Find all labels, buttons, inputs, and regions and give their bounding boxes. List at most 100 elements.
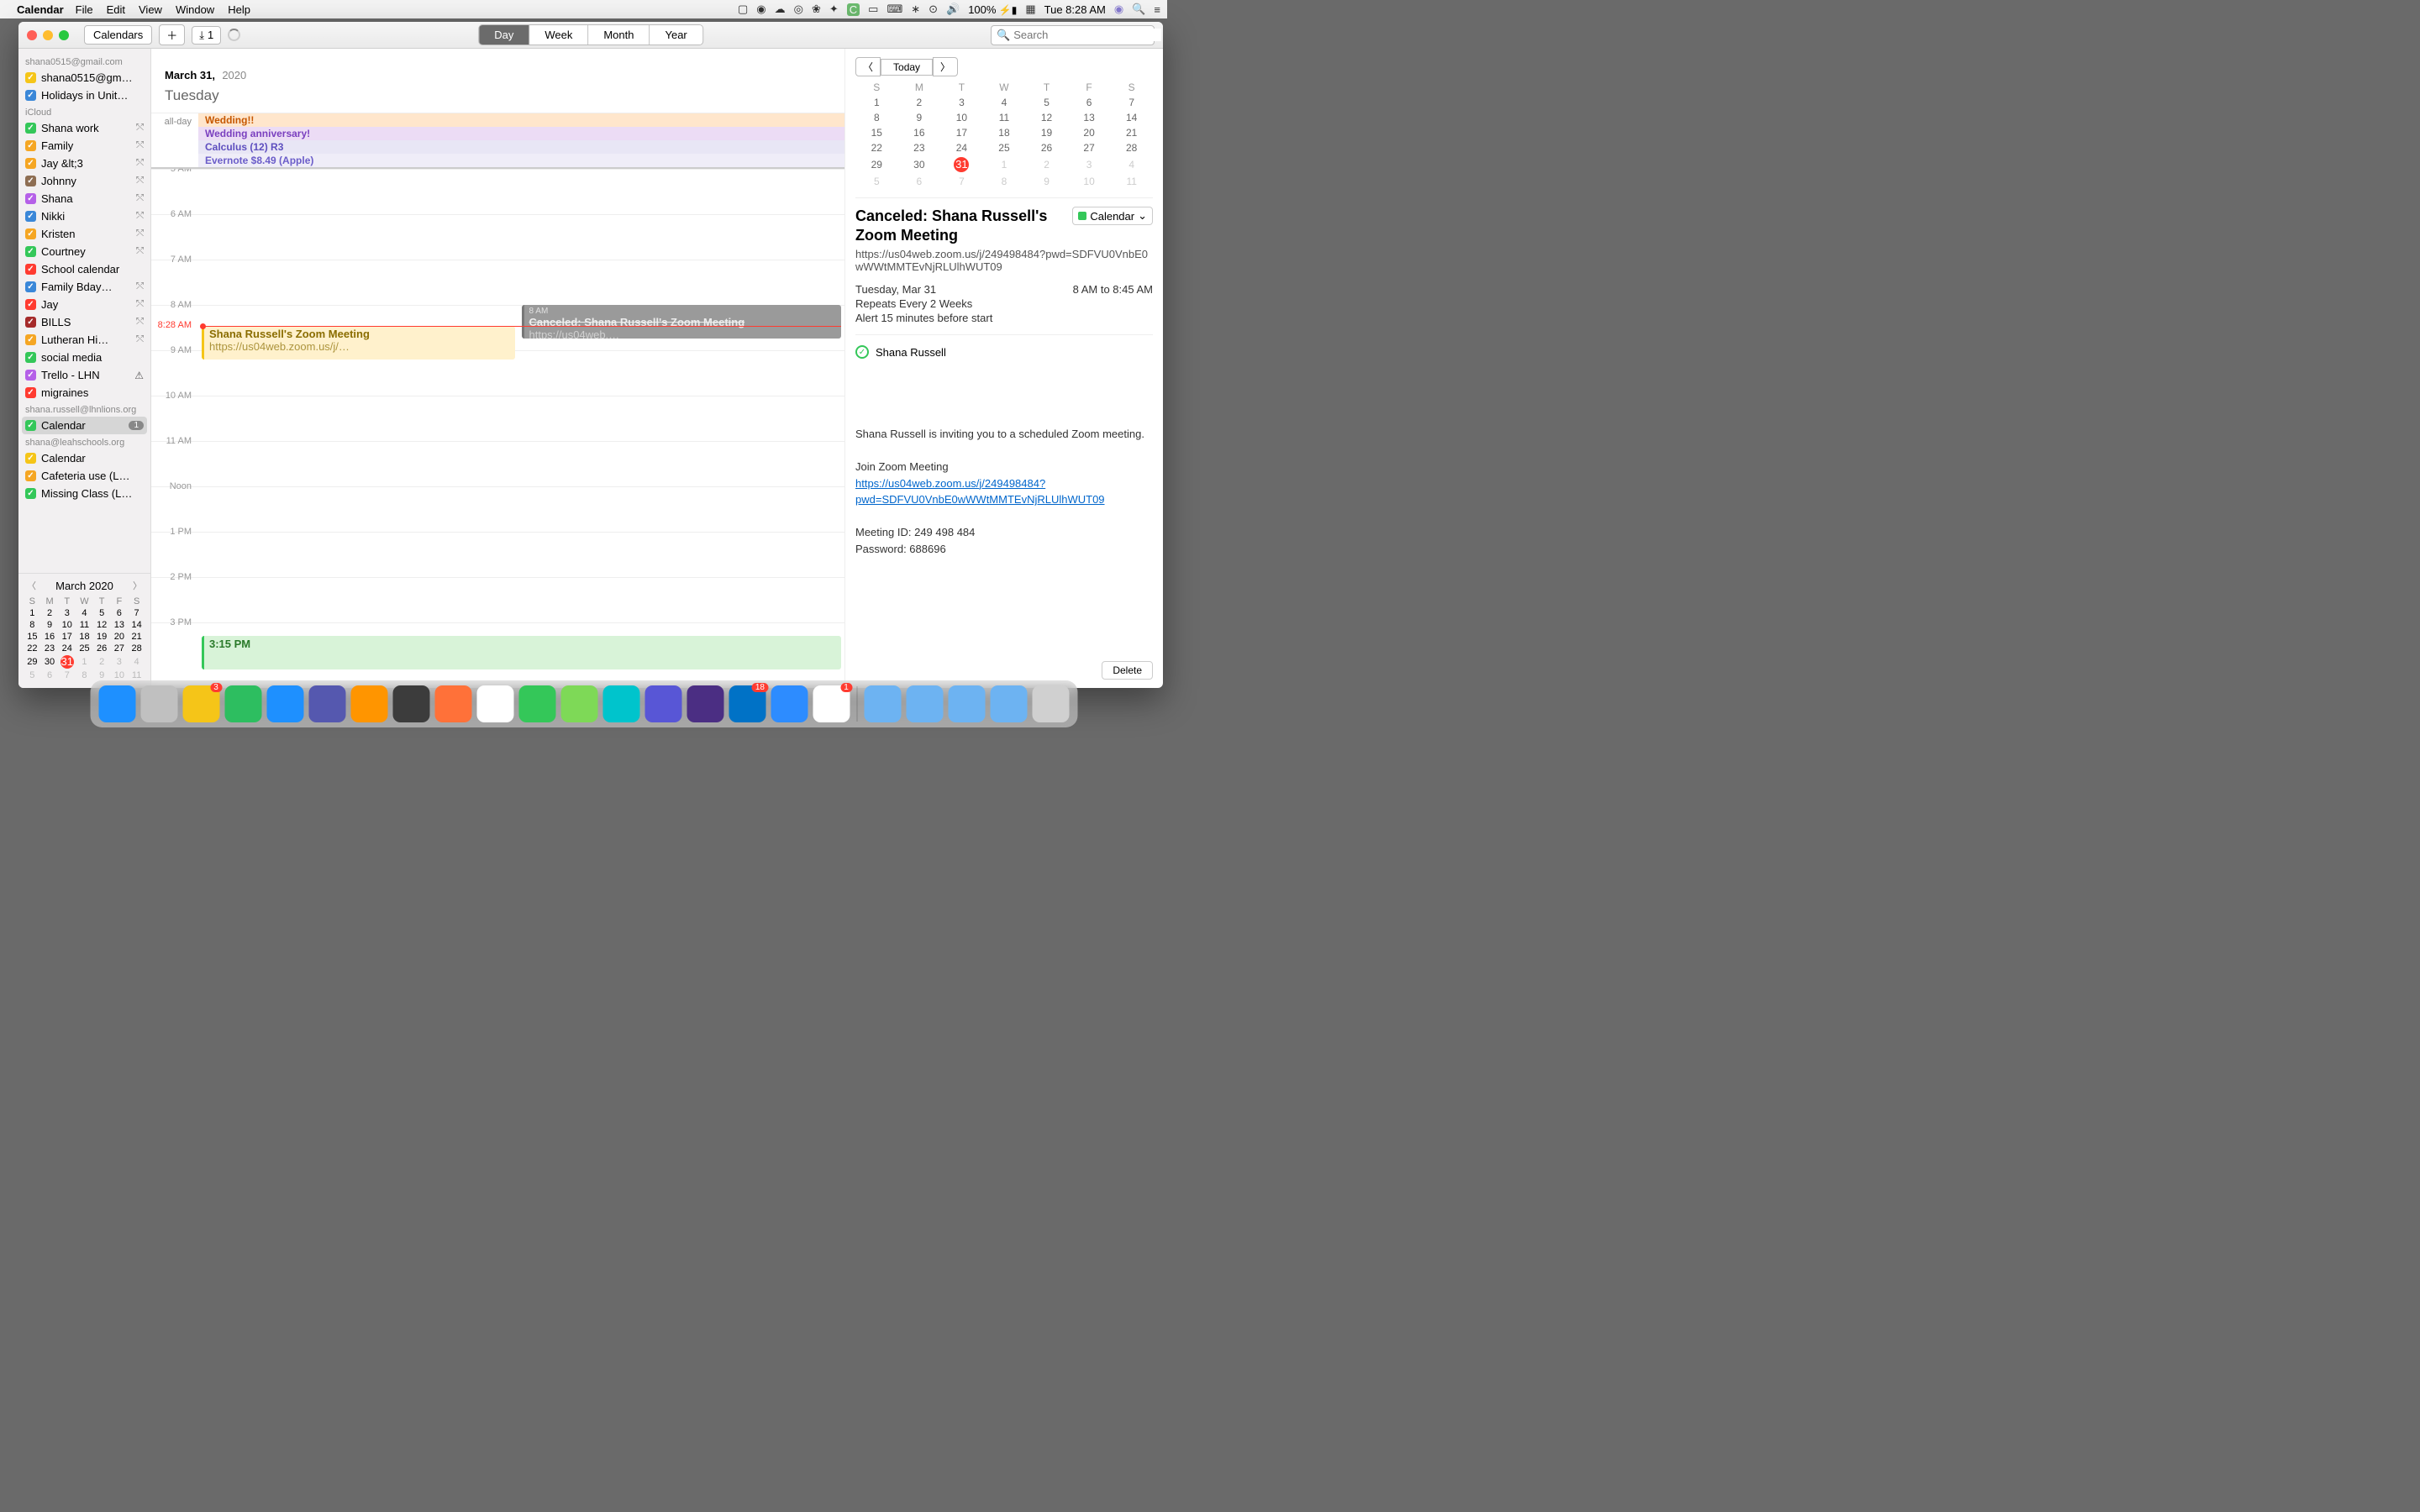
- sidebar-calendar-item[interactable]: shana0515@gm…: [18, 69, 150, 87]
- dock-calendar[interactable]: 1: [813, 685, 850, 722]
- circle-icon[interactable]: ◎: [794, 3, 803, 16]
- attendee-row[interactable]: ✓ Shana Russell: [855, 345, 1153, 359]
- dock-folder4[interactable]: [990, 685, 1027, 722]
- dock-imovie[interactable]: [644, 685, 681, 722]
- mini-day[interactable]: 2: [93, 654, 111, 669]
- dock-quicktime[interactable]: [392, 685, 429, 722]
- calendar-checkbox[interactable]: [25, 299, 36, 310]
- keyboard-icon[interactable]: ⌨: [886, 3, 902, 16]
- dock-safari[interactable]: [266, 685, 303, 722]
- dock-notes[interactable]: 3: [182, 685, 219, 722]
- mini-day[interactable]: 24: [940, 140, 983, 155]
- battery-status[interactable]: 100% ⚡▮: [968, 3, 1017, 16]
- mini-day[interactable]: 31: [940, 155, 983, 174]
- mini-day[interactable]: 1: [24, 607, 41, 619]
- coffee-icon[interactable]: ❀: [812, 3, 821, 16]
- facetime-icon[interactable]: ▢: [738, 3, 748, 16]
- dock-cyan-app[interactable]: [602, 685, 639, 722]
- calendar-checkbox[interactable]: [25, 370, 36, 381]
- prev-day-button[interactable]: 〈: [855, 57, 881, 76]
- mini-day[interactable]: 8: [24, 619, 41, 631]
- allday-event[interactable]: Wedding!!: [198, 113, 844, 127]
- timeline[interactable]: 5 AM6 AM7 AM8 AM9 AM10 AM11 AMNoon1 PM2 …: [151, 169, 844, 688]
- sidebar-calendar-item[interactable]: Calendar: [18, 449, 150, 467]
- mini-day[interactable]: 30: [898, 155, 941, 174]
- mini-day[interactable]: 14: [1110, 110, 1153, 125]
- dock-zoom[interactable]: [771, 685, 808, 722]
- next-day-button[interactable]: 〉: [933, 57, 958, 76]
- calendar-checkbox[interactable]: [25, 453, 36, 464]
- calendar-checkbox[interactable]: [25, 246, 36, 257]
- add-event-button[interactable]: ＋: [159, 24, 185, 45]
- mini-day[interactable]: 7: [1110, 95, 1153, 110]
- sidebar-calendar-item[interactable]: Jay &lt;3⤲: [18, 155, 150, 172]
- sidebar-calendar-item[interactable]: School calendar: [18, 260, 150, 278]
- mini-day[interactable]: 5: [1025, 95, 1068, 110]
- mini-day[interactable]: 4: [983, 95, 1026, 110]
- mini-day[interactable]: 7: [58, 669, 76, 681]
- calendar-checkbox[interactable]: [25, 264, 36, 275]
- mini-day[interactable]: 23: [41, 643, 59, 654]
- close-button[interactable]: [27, 30, 37, 40]
- calendar-checkbox[interactable]: [25, 488, 36, 499]
- allday-event[interactable]: Evernote $8.49 (Apple): [198, 154, 844, 167]
- mini-day[interactable]: 30: [41, 654, 59, 669]
- mini-day[interactable]: 2: [1025, 155, 1068, 174]
- calendar-checkbox[interactable]: [25, 123, 36, 134]
- mini-day[interactable]: 19: [93, 631, 111, 643]
- calendar-checkbox[interactable]: [25, 352, 36, 363]
- sidebar-calendar-item[interactable]: migraines: [18, 384, 150, 402]
- mini-day[interactable]: 18: [983, 125, 1026, 140]
- calendar-checkbox[interactable]: [25, 140, 36, 151]
- calendar-checkbox[interactable]: [25, 317, 36, 328]
- timed-event[interactable]: Shana Russell's Zoom Meeting https://us0…: [202, 326, 515, 360]
- sidebar-calendar-item[interactable]: Courtney⤲: [18, 243, 150, 260]
- mini-day[interactable]: 21: [1110, 125, 1153, 140]
- mini-day[interactable]: 13: [111, 619, 129, 631]
- mini-day[interactable]: 28: [1110, 140, 1153, 155]
- mini-next[interactable]: 〉: [129, 579, 145, 592]
- mini-day[interactable]: 4: [128, 654, 145, 669]
- mini-day[interactable]: 9: [41, 619, 59, 631]
- delete-button[interactable]: Delete: [1102, 661, 1153, 680]
- sidebar-scroll[interactable]: shana0515@gmail.comshana0515@gm…Holidays…: [18, 49, 150, 573]
- calendar-checkbox[interactable]: [25, 158, 36, 169]
- sidebar-calendar-item[interactable]: Shana work⤲: [18, 119, 150, 137]
- camera-icon[interactable]: ◉: [756, 3, 765, 16]
- mini-day[interactable]: 3: [940, 95, 983, 110]
- sidebar-calendar-item[interactable]: social media: [18, 349, 150, 366]
- calendar-checkbox[interactable]: [25, 228, 36, 239]
- menu-window[interactable]: Window: [176, 3, 214, 16]
- mini-day[interactable]: 15: [24, 631, 41, 643]
- today-button[interactable]: Today: [881, 59, 933, 76]
- clock[interactable]: Tue 8:28 AM: [1044, 3, 1106, 16]
- dock-chrome[interactable]: [476, 685, 513, 722]
- dock-teams[interactable]: [308, 685, 345, 722]
- mini-day[interactable]: 17: [940, 125, 983, 140]
- mini-day[interactable]: 11: [1110, 174, 1153, 189]
- minimize-button[interactable]: [43, 30, 53, 40]
- sidebar-calendar-item[interactable]: Nikki⤲: [18, 207, 150, 225]
- mini-day[interactable]: 28: [128, 643, 145, 654]
- wifi-icon[interactable]: ⊙: [929, 3, 938, 16]
- mini-day[interactable]: 11: [128, 669, 145, 681]
- mini-day[interactable]: 3: [111, 654, 129, 669]
- inbox-button[interactable]: ⤓ 1: [192, 26, 221, 45]
- mini-day[interactable]: 1: [983, 155, 1026, 174]
- mini-day[interactable]: 20: [1068, 125, 1111, 140]
- menu-help[interactable]: Help: [228, 3, 250, 16]
- control-center-icon[interactable]: ▦: [1025, 3, 1035, 16]
- event-time[interactable]: 8 AM to 8:45 AM: [1073, 283, 1153, 296]
- mini-day[interactable]: 19: [1025, 125, 1068, 140]
- menu-file[interactable]: File: [76, 3, 93, 16]
- event-alert[interactable]: Alert 15 minutes before start: [855, 312, 1153, 324]
- mini-day[interactable]: 10: [58, 619, 76, 631]
- sidebar-calendar-item[interactable]: Johnny⤲: [18, 172, 150, 190]
- calendar-checkbox[interactable]: [25, 193, 36, 204]
- puzzle-icon[interactable]: ✦: [829, 3, 839, 16]
- timed-event[interactable]: 3:15 PM: [202, 636, 841, 669]
- calendar-checkbox[interactable]: [25, 420, 36, 431]
- mini-day[interactable]: 16: [41, 631, 59, 643]
- sidebar-calendar-item[interactable]: Family⤲: [18, 137, 150, 155]
- mini-day[interactable]: 1: [855, 95, 898, 110]
